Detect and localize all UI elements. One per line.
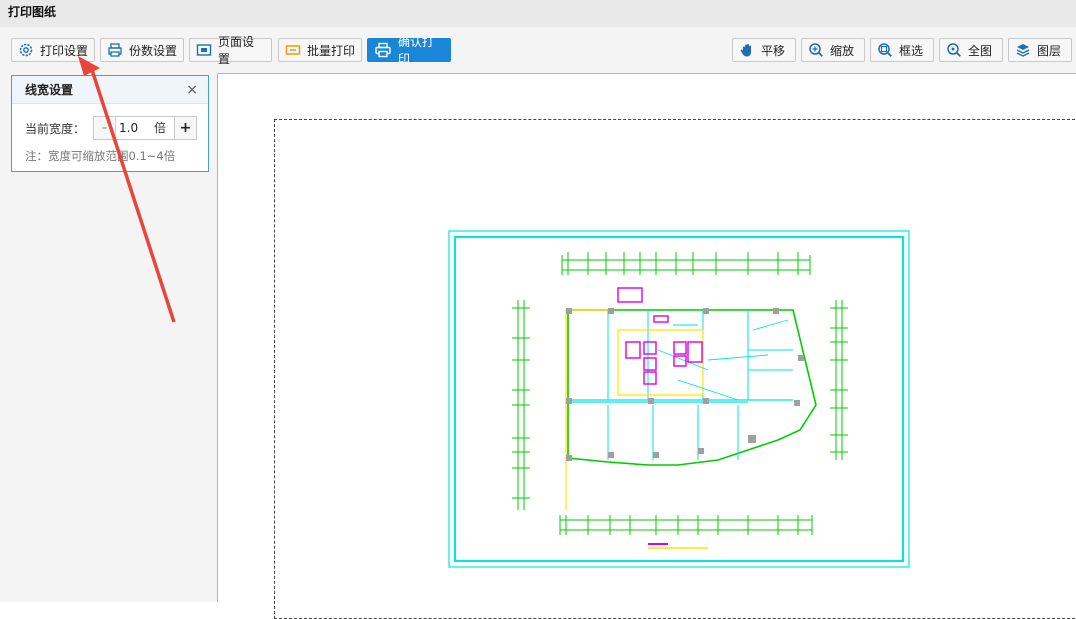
box-select-button[interactable]: 框选	[870, 38, 934, 62]
sidebar: 线宽设置 × 当前宽度： - 1.0 倍 + 注：宽度可缩放范围0.1~4倍	[0, 73, 217, 602]
width-value-input[interactable]: 1.0	[116, 117, 154, 139]
pan-button[interactable]: 平移	[732, 38, 796, 62]
printer-icon	[375, 42, 391, 58]
box-zoom-icon	[878, 43, 892, 57]
width-range-note: 注：宽度可缩放范围0.1~4倍	[25, 149, 176, 163]
close-icon[interactable]: ×	[186, 82, 198, 98]
full-view-icon	[947, 43, 961, 57]
width-stepper: - 1.0 倍 +	[93, 116, 197, 140]
current-width-label: 当前宽度：	[25, 121, 86, 136]
layers-label: 图层	[1037, 43, 1062, 58]
panel-title: 线宽设置	[25, 83, 74, 97]
page-settings-label: 页面设置	[218, 35, 255, 66]
batch-print-button[interactable]: 批量打印	[278, 38, 362, 62]
increase-button[interactable]: +	[174, 117, 196, 139]
gear-icon	[19, 43, 33, 57]
width-unit: 倍	[154, 121, 167, 135]
full-view-label: 全图	[968, 43, 993, 58]
confirm-print-button[interactable]: 确认打印	[367, 35, 451, 66]
confirm-print-label: 确认打印	[398, 35, 435, 66]
zoom-label: 缩放	[830, 43, 855, 58]
box-select-label: 框选	[899, 43, 924, 58]
line-width-panel: 线宽设置 × 当前宽度： - 1.0 倍 + 注：宽度可缩放范围0.1~4倍	[11, 75, 209, 172]
page-settings-button[interactable]: 页面设置	[189, 35, 272, 66]
panel-header: 线宽设置 ×	[12, 76, 208, 104]
layers-icon	[1016, 44, 1030, 57]
batch-print-label: 批量打印	[307, 43, 356, 58]
pan-label: 平移	[761, 43, 786, 58]
full-view-button[interactable]: 全图	[939, 38, 1003, 62]
layers-button[interactable]: 图层	[1008, 38, 1072, 62]
printer-icon	[108, 43, 122, 57]
page-layout-icon	[196, 44, 212, 56]
zoom-icon	[809, 43, 823, 57]
zoom-button[interactable]: 缩放	[801, 38, 865, 62]
batch-print-icon	[285, 45, 301, 55]
copies-settings-button[interactable]: 份数设置	[100, 38, 184, 62]
hand-icon	[740, 44, 751, 57]
toolbar: 打印设置 份数设置 页面设置 批量打印 确认打印 平移 缩放 框选 全图 图层	[0, 27, 1076, 73]
window-title: 打印图纸	[0, 0, 1076, 27]
print-settings-button[interactable]: 打印设置	[11, 38, 95, 62]
copies-settings-label: 份数设置	[129, 43, 178, 58]
decrease-button[interactable]: -	[94, 117, 116, 139]
cad-drawing-preview	[448, 230, 910, 568]
print-settings-label: 打印设置	[40, 43, 89, 58]
